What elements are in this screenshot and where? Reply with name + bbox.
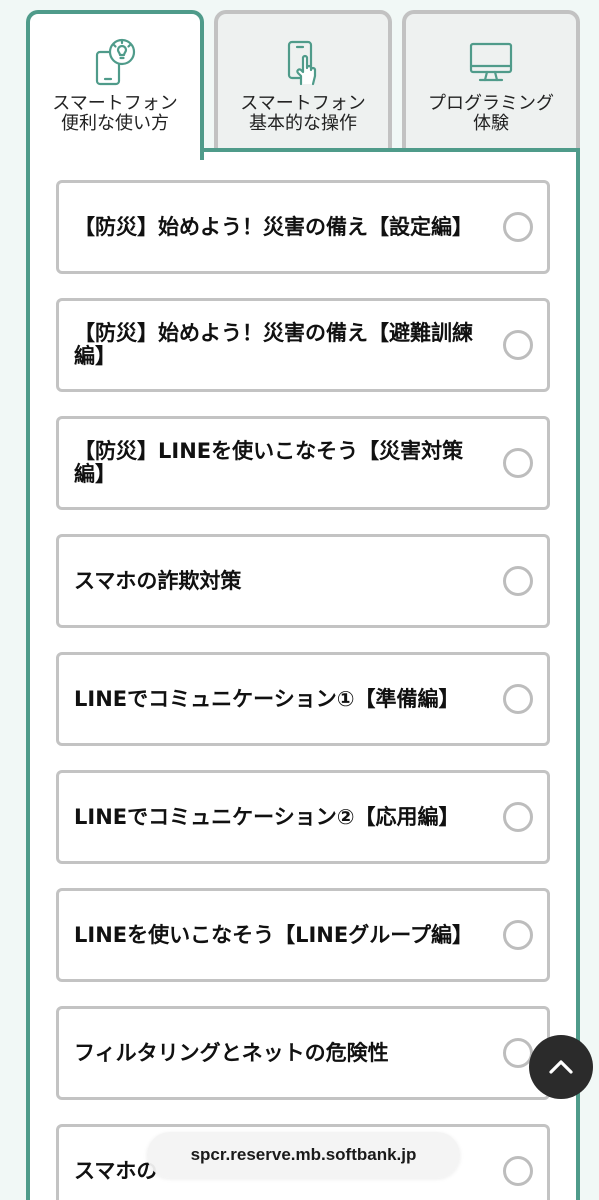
item-label: LINEを使いこなそう【LINEグループ編】 (74, 922, 473, 947)
phone-tap-icon (279, 38, 327, 86)
phone-lightbulb-icon (91, 38, 139, 86)
radio-button[interactable] (503, 1156, 533, 1186)
item-label: フィルタリングとネットの危険性 (74, 1040, 389, 1065)
item-label: 【防災】始めよう！災害の備え【設定編】 (74, 214, 473, 239)
item-label: 【防災】始めよう！災害の備え【避難訓練編】 (74, 321, 473, 368)
list-item[interactable]: LINEでコミュニケーション②【応用編】 (56, 770, 550, 864)
tab-label: スマートフォン 便利な使い方 (52, 93, 178, 134)
radio-button[interactable] (503, 566, 533, 596)
chevron-up-icon (549, 1060, 573, 1074)
list-item[interactable]: 【防災】始めよう！災害の備え【避難訓練編】 (56, 298, 550, 392)
page: スマートフォン 便利な使い方 スマートフォン 基本的な操作 プログラミング 体験… (0, 0, 599, 1200)
list-item[interactable]: 【防災】始めよう！災害の備え【設定編】 (56, 180, 550, 274)
item-label: スマホの詐欺対策 (74, 568, 242, 593)
radio-button[interactable] (503, 802, 533, 832)
radio-button[interactable] (503, 448, 533, 478)
tab-label: プログラミング 体験 (428, 93, 554, 134)
tab-smartphone-basics[interactable]: スマートフォン 基本的な操作 (214, 10, 392, 152)
list-item[interactable]: 【防災】LINEを使いこなそう【災害対策編】 (56, 416, 550, 510)
item-label: LINEでコミュニケーション②【応用編】 (74, 804, 460, 829)
tab-bar: スマートフォン 便利な使い方 スマートフォン 基本的な操作 プログラミング 体験 (0, 0, 599, 160)
radio-button[interactable] (503, 212, 533, 242)
tab-programming[interactable]: プログラミング 体験 (402, 10, 580, 152)
list-item[interactable]: フィルタリングとネットの危険性 (56, 1006, 550, 1100)
radio-button[interactable] (503, 684, 533, 714)
item-label: LINEでコミュニケーション①【準備編】 (74, 686, 460, 711)
list-item[interactable]: スマホの詐欺対策 (56, 534, 550, 628)
browser-url-bar[interactable]: spcr.reserve.mb.softbank.jp (147, 1132, 460, 1178)
tab-smartphone-tips[interactable]: スマートフォン 便利な使い方 (26, 10, 204, 160)
list-item[interactable]: LINEでコミュニケーション①【準備編】 (56, 652, 550, 746)
item-label: スマホの (74, 1158, 158, 1183)
list-item[interactable]: LINEを使いこなそう【LINEグループ編】 (56, 888, 550, 982)
tab-label: スマートフォン 基本的な操作 (240, 93, 366, 134)
item-label: 【防災】LINEを使いこなそう【災害対策編】 (74, 439, 464, 486)
back-to-top-button[interactable] (529, 1035, 593, 1099)
radio-button[interactable] (503, 330, 533, 360)
active-tab-connector (30, 146, 200, 154)
monitor-icon (467, 38, 515, 86)
radio-button[interactable] (503, 920, 533, 950)
course-list: 【防災】始めよう！災害の備え【設定編】 【防災】始めよう！災害の備え【避難訓練編… (56, 180, 550, 1200)
